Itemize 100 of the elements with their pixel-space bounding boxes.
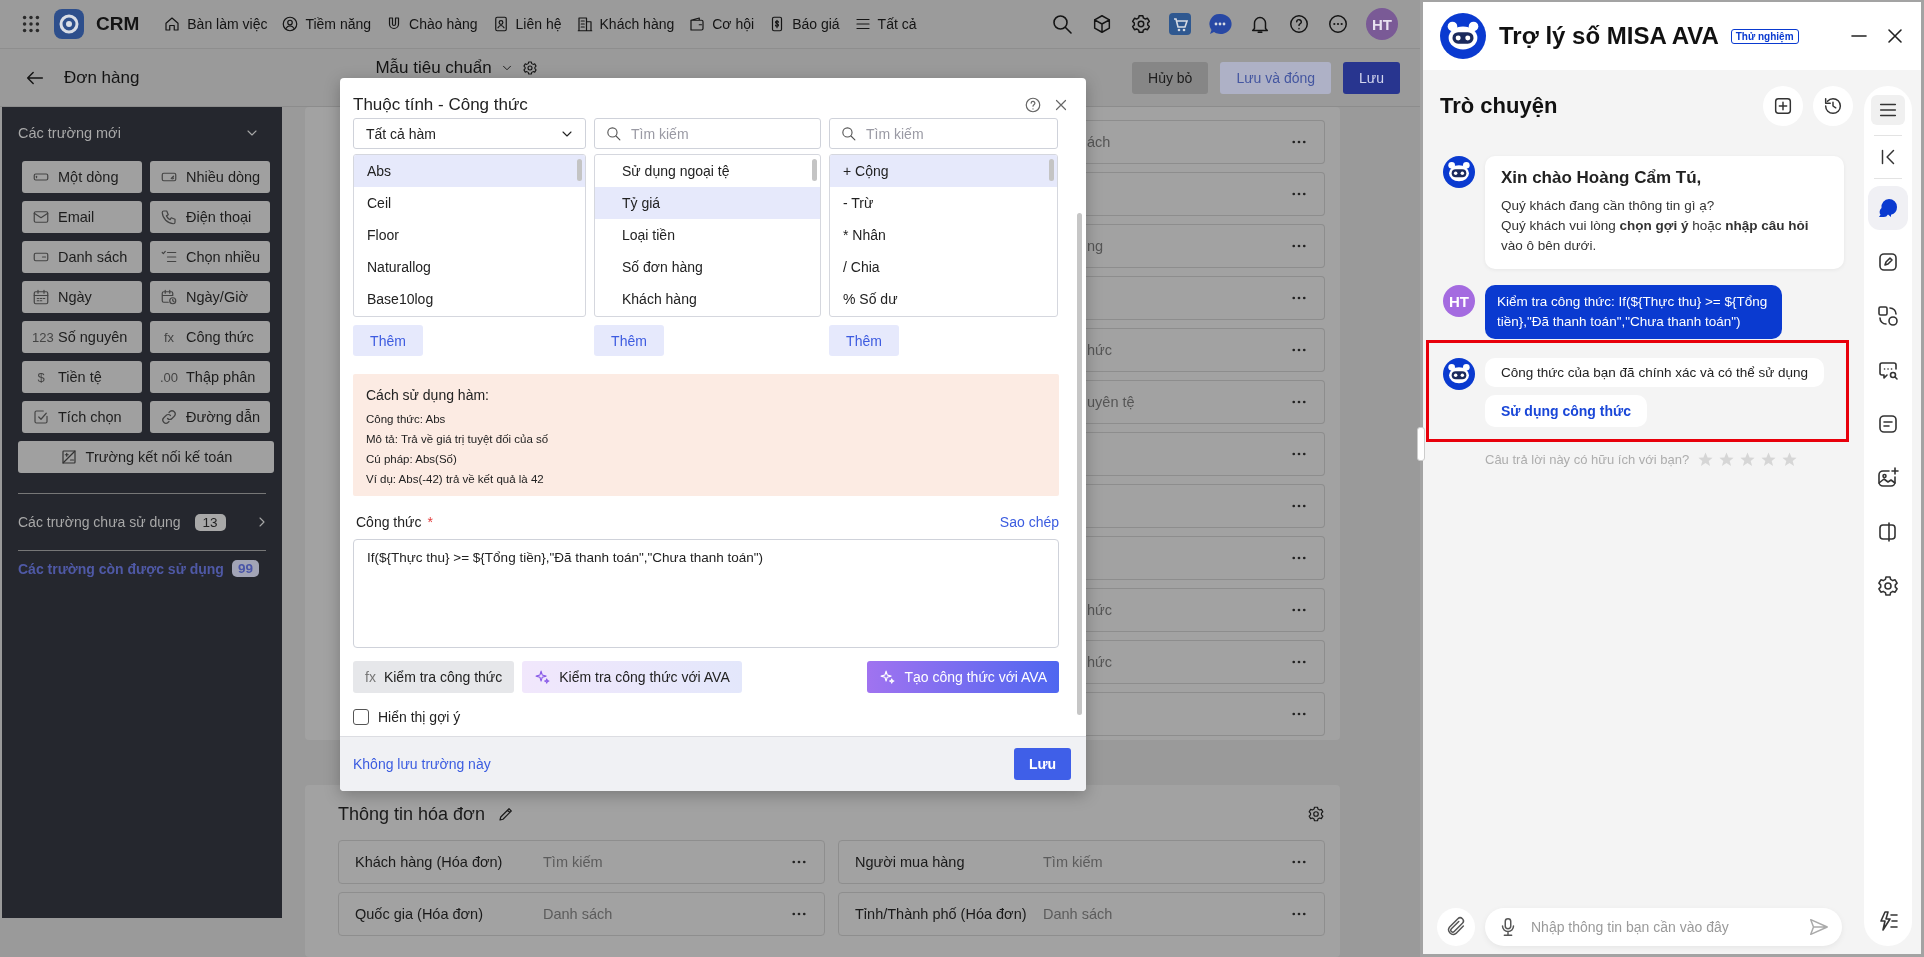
scrollbar-thumb[interactable]: [577, 159, 582, 181]
add-button[interactable]: Thêm: [829, 325, 899, 356]
form-field[interactable]: [1086, 172, 1325, 216]
section-label[interactable]: Các trường chưa sử dụng: [18, 514, 181, 530]
field-type-button[interactable]: Danh sách: [22, 241, 142, 273]
resize-handle[interactable]: [1417, 427, 1425, 461]
star-icon[interactable]: [1760, 451, 1778, 468]
nav-link[interactable]: Cơ hội: [688, 15, 755, 33]
list-item[interactable]: Loại tiền: [595, 219, 820, 251]
plus-square-icon: [1772, 95, 1794, 117]
function-filter-dropdown[interactable]: Tất cả hàm: [353, 118, 586, 149]
form-field[interactable]: Khách hàng (Hóa đơn) Tìm kiếm: [338, 840, 825, 884]
form-field[interactable]: Tỉnh/Thành phố (Hóa đơn) Danh sách: [838, 892, 1325, 936]
field-label: uyên tệ: [1087, 394, 1135, 410]
field-type-button[interactable]: Email: [22, 201, 142, 233]
copy-link[interactable]: Sao chép: [999, 514, 1059, 530]
form-field[interactable]: Quốc gia (Hóa đơn) Danh sách: [338, 892, 825, 936]
list-item[interactable]: Khách hàng: [595, 283, 820, 315]
list-item[interactable]: Ceil: [354, 187, 585, 219]
list-item[interactable]: Abs: [354, 155, 585, 187]
list-item[interactable]: Số đơn hàng: [595, 251, 820, 283]
field-type-button[interactable]: Tích chọn: [22, 401, 142, 433]
nav-link[interactable]: Chào hàng: [385, 15, 478, 33]
form-field[interactable]: [1086, 692, 1325, 736]
add-button[interactable]: Thêm: [594, 325, 664, 356]
star-icon[interactable]: [1781, 451, 1799, 468]
field-type-button[interactable]: 123 Số nguyên: [22, 321, 142, 353]
nav-link[interactable]: Khách hàng: [575, 15, 675, 33]
nav-link[interactable]: Tất cả: [853, 15, 917, 33]
settings-icon[interactable]: [521, 60, 538, 76]
history-button[interactable]: [1813, 86, 1853, 126]
search-field[interactable]: Tìm kiếm: [829, 118, 1058, 149]
star-icon[interactable]: [1718, 451, 1736, 468]
star-rating[interactable]: [1697, 451, 1799, 468]
save-button[interactable]: Lưu: [1014, 748, 1071, 780]
star-icon[interactable]: [1739, 451, 1757, 468]
settings-icon[interactable]: [1130, 13, 1152, 35]
user-avatar[interactable]: HT: [1366, 8, 1398, 40]
formula-field[interactable]: If(${Thực thu} >= ${Tổng tiền},"Đã thanh toán","Chưa thanh toán"): [353, 539, 1059, 648]
scrollbar-thumb[interactable]: [1077, 213, 1082, 715]
logo-icon[interactable]: [54, 9, 84, 39]
list-item[interactable]: / Chia: [830, 251, 1057, 283]
list-item[interactable]: Naturallog: [354, 251, 585, 283]
field-type-button[interactable]: Ngày/Giờ: [150, 281, 270, 313]
form-field[interactable]: [1086, 536, 1325, 580]
use-formula-button[interactable]: Sử dụng công thức: [1485, 395, 1647, 427]
list-item[interactable]: Sử dụng ngoại tệ: [595, 155, 820, 187]
field-type-button[interactable]: Một dòng: [22, 161, 142, 193]
nav-link[interactable]: Liên hệ: [491, 15, 562, 33]
field-type-button[interactable]: Chọn nhiều: [150, 241, 270, 273]
ava-check-button[interactable]: Kiểm tra công thức với AVA: [522, 661, 742, 693]
cube-icon[interactable]: [1091, 13, 1113, 35]
list-item[interactable]: * Nhân: [830, 219, 1057, 251]
check-formula-button[interactable]: fx Kiểm tra công thức: [353, 661, 515, 693]
field-type-button[interactable]: Đường dẫn: [150, 401, 270, 433]
help-icon[interactable]: [1288, 13, 1310, 35]
field-type-button[interactable]: Nhiều dòng: [150, 161, 270, 193]
field-type-button[interactable]: Điện thoại: [150, 201, 270, 233]
list-item[interactable]: Floor: [354, 219, 585, 251]
field-type-button[interactable]: fx Công thức: [150, 321, 270, 353]
save-button[interactable]: Lưu: [1343, 61, 1400, 94]
menu-button[interactable]: [1871, 95, 1905, 125]
nav-link[interactable]: Bàn làm việc: [163, 15, 268, 33]
cart-icon[interactable]: [1169, 13, 1191, 35]
attach-button[interactable]: [1437, 908, 1475, 946]
field-type-button[interactable]: Trường kết nối kế toán: [18, 441, 274, 473]
help-icon[interactable]: [1024, 96, 1042, 114]
rail-tab[interactable]: [1868, 186, 1908, 230]
nav-link[interactable]: Báo giá: [768, 15, 840, 33]
scrollbar-thumb[interactable]: [1049, 159, 1054, 181]
message-input[interactable]: Nhập thông tin bạn cần vào đây: [1485, 908, 1842, 946]
more-icon[interactable]: [1327, 13, 1349, 35]
form-field[interactable]: [1086, 276, 1325, 320]
cancel-button[interactable]: Hủy bỏ: [1132, 61, 1209, 94]
apps-icon[interactable]: [20, 13, 42, 35]
search-field[interactable]: Tìm kiếm: [594, 118, 821, 149]
usage-line: Cú pháp: Abs(Số): [366, 452, 458, 467]
settings-icon[interactable]: [1307, 805, 1325, 823]
pencil-icon[interactable]: [496, 805, 515, 823]
star-icon[interactable]: [1697, 451, 1715, 468]
form-field[interactable]: [1086, 484, 1325, 528]
search-icon[interactable]: [1050, 12, 1074, 36]
list-item[interactable]: Tỷ giá: [595, 187, 820, 219]
field-type-button[interactable]: Ngày: [22, 281, 142, 313]
form-field[interactable]: Người mua hàng Tìm kiếm: [838, 840, 1325, 884]
list-item[interactable]: - Trừ: [830, 187, 1057, 219]
discard-link[interactable]: Không lưu trường này: [353, 756, 491, 772]
list-item[interactable]: % Số dư: [830, 283, 1057, 315]
list-item[interactable]: + Cộng: [830, 155, 1057, 187]
scrollbar-thumb[interactable]: [812, 159, 817, 181]
ava-generate-button[interactable]: Tạo công thức với AVA: [867, 661, 1059, 693]
add-button[interactable]: Thêm: [353, 325, 423, 356]
checkbox[interactable]: [353, 709, 369, 725]
list-item[interactable]: Base10log: [354, 283, 585, 315]
form-field[interactable]: [1086, 432, 1325, 476]
chat-icon[interactable]: [1208, 13, 1232, 35]
nav-link[interactable]: Tiềm năng: [281, 15, 372, 33]
field-type-button[interactable]: .00 Thập phân: [150, 361, 270, 393]
new-chat-button[interactable]: [1763, 86, 1803, 126]
field-type-button[interactable]: $ Tiền tệ: [22, 361, 142, 393]
